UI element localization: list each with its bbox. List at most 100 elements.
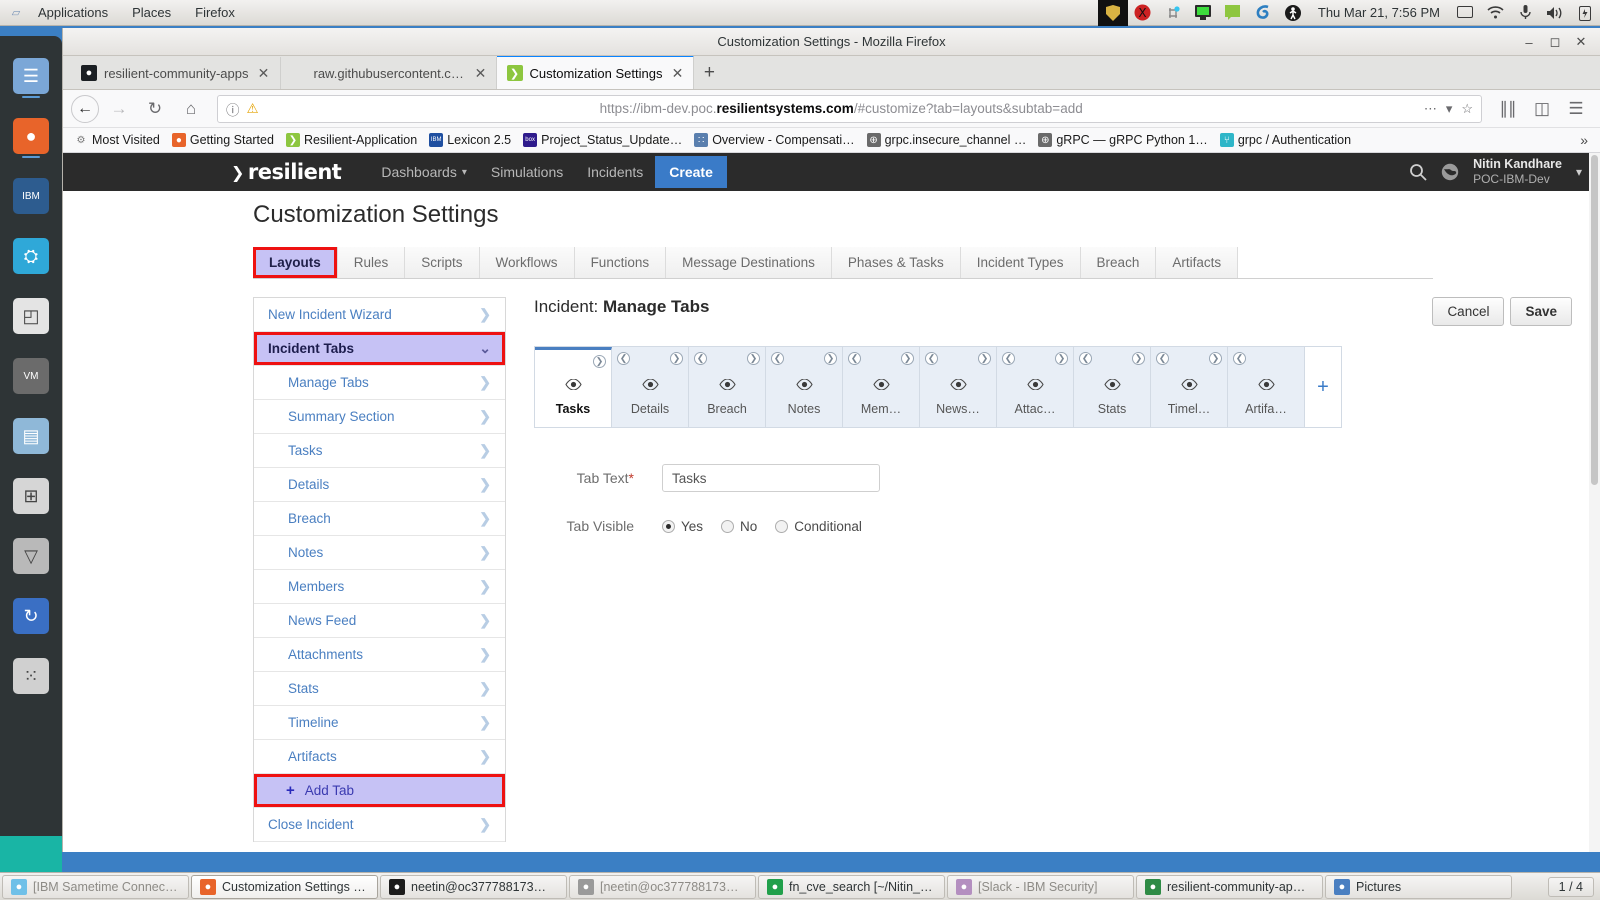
dock-item-software-icon[interactable]: ⊞ bbox=[9, 468, 53, 524]
bookmark-item[interactable]: ● Getting Started bbox=[167, 131, 279, 149]
side-menu-item-details[interactable]: Details ❯ bbox=[254, 468, 505, 502]
bookmark-item[interactable]: ⚙ Most Visited bbox=[69, 131, 165, 149]
library-icon[interactable]: ∥∥ bbox=[1492, 94, 1524, 124]
eye-visibility-icon[interactable] bbox=[564, 378, 582, 393]
back-arrow-icon[interactable]: ← bbox=[71, 94, 99, 123]
tab-layouts[interactable]: Layouts bbox=[253, 247, 338, 278]
terminal-monitor-icon[interactable] bbox=[1188, 0, 1218, 26]
side-menu-item-summary-section[interactable]: Summary Section ❯ bbox=[254, 400, 505, 434]
bookmark-item[interactable]: ∷ Overview - Compensati… bbox=[689, 131, 859, 149]
globe-icon[interactable] bbox=[1441, 163, 1459, 181]
eye-visibility-icon[interactable] bbox=[1103, 378, 1121, 393]
chevron-down-icon[interactable]: ▾ bbox=[1576, 165, 1582, 179]
new-tab-button[interactable]: + bbox=[694, 57, 724, 89]
eye-visibility-icon[interactable] bbox=[1180, 378, 1198, 393]
incident-tab-card[interactable]: ❮ ❯ Attac… bbox=[997, 347, 1074, 427]
incident-tab-card[interactable]: ❮ ❯ Mem… bbox=[843, 347, 920, 427]
bookmark-item[interactable]: box Project_Status_Update… bbox=[518, 131, 687, 149]
bookmarks-overflow-button[interactable]: » bbox=[1574, 132, 1594, 148]
side-menu-item-timeline[interactable]: Timeline ❯ bbox=[254, 706, 505, 740]
sidebar-icon[interactable]: ◫ bbox=[1526, 94, 1558, 124]
bookmark-item[interactable]: ⊕ gRPC — gRPC Python 1… bbox=[1033, 131, 1212, 149]
page-info-icon[interactable]: ⓘ bbox=[226, 99, 240, 119]
dock-item-sync-icon[interactable]: ↻ bbox=[9, 588, 53, 644]
incident-tab-card[interactable]: ❮ Artifa… bbox=[1228, 347, 1305, 427]
eye-visibility-icon[interactable] bbox=[872, 378, 890, 393]
incident-tab-card[interactable]: ❮ ❯ Details bbox=[612, 347, 689, 427]
clock[interactable]: Thu Mar 21, 7:56 PM bbox=[1308, 5, 1450, 20]
bookmark-item[interactable]: IBM Lexicon 2.5 bbox=[424, 131, 516, 149]
browser-tab[interactable]: ❯ Customization Settings ✕ bbox=[496, 55, 695, 89]
browser-tab[interactable]: ● resilient-community-apps ✕ bbox=[71, 57, 281, 89]
dock-item-vmware-icon[interactable]: VM bbox=[9, 348, 53, 404]
bookmark-item[interactable]: ⑂ grpc / Authentication bbox=[1215, 131, 1356, 149]
incident-tab-card[interactable]: ❮ ❯ Timel… bbox=[1151, 347, 1228, 427]
eye-visibility-icon[interactable] bbox=[1257, 378, 1275, 393]
move-right-icon[interactable]: ❯ bbox=[978, 352, 991, 365]
tab-breach[interactable]: Breach bbox=[1080, 247, 1157, 278]
move-left-icon[interactable]: ❮ bbox=[1079, 352, 1092, 365]
tab-rules[interactable]: Rules bbox=[337, 247, 406, 278]
move-left-icon[interactable]: ❮ bbox=[1156, 352, 1169, 365]
dock-item-firefox-icon[interactable]: ● bbox=[9, 108, 53, 164]
move-right-icon[interactable]: ❯ bbox=[901, 352, 914, 365]
workspace-indicator[interactable]: 1 / 4 bbox=[1547, 876, 1594, 897]
tab-artifacts[interactable]: Artifacts bbox=[1156, 247, 1239, 278]
resilient-logo[interactable]: ❯ resilient bbox=[231, 160, 342, 184]
move-right-icon[interactable]: ❯ bbox=[1132, 352, 1145, 365]
dock-item-libreoffice-icon[interactable]: ◰ bbox=[9, 288, 53, 344]
radio-circle[interactable] bbox=[721, 519, 735, 533]
taskbar-item[interactable]: ● [neetin@oc377788173… bbox=[569, 874, 756, 899]
app-nav-dashboards[interactable]: Dashboards ▾ bbox=[369, 155, 479, 189]
tab-workflows[interactable]: Workflows bbox=[479, 247, 575, 278]
side-menu-item-add-tab[interactable]: + Add Tab bbox=[254, 774, 505, 808]
incident-tab-card[interactable]: ❮ ❯ Notes bbox=[766, 347, 843, 427]
taskbar-item[interactable]: ● [Slack - IBM Security] bbox=[947, 874, 1134, 899]
move-right-icon[interactable]: ❯ bbox=[824, 352, 837, 365]
minimize-icon[interactable]: – bbox=[1516, 28, 1542, 56]
tab-functions[interactable]: Functions bbox=[574, 247, 667, 278]
bookmark-item[interactable]: ❯ Resilient-Application bbox=[281, 131, 422, 149]
slack-icon[interactable] bbox=[1158, 0, 1188, 26]
side-menu-item-stats[interactable]: Stats ❯ bbox=[254, 672, 505, 706]
hamburger-menu-icon[interactable]: ☰ bbox=[1560, 94, 1592, 124]
search-icon[interactable] bbox=[1409, 163, 1427, 181]
tab-close-icon[interactable]: ✕ bbox=[669, 65, 685, 82]
move-right-icon[interactable]: ❯ bbox=[1209, 352, 1222, 365]
scrollbar-thumb[interactable] bbox=[1591, 155, 1598, 485]
dock-item-trash-icon[interactable]: ▽ bbox=[9, 528, 53, 584]
move-right-icon[interactable]: ❯ bbox=[670, 352, 683, 365]
move-right-icon[interactable]: ❯ bbox=[1055, 352, 1068, 365]
incident-tab-card[interactable]: ❮ ❯ News… bbox=[920, 347, 997, 427]
volume-icon[interactable] bbox=[1540, 0, 1570, 26]
move-right-icon[interactable]: ❯ bbox=[593, 355, 606, 368]
radio-circle[interactable] bbox=[662, 519, 675, 533]
move-left-icon[interactable]: ❮ bbox=[1233, 352, 1246, 365]
eye-visibility-icon[interactable] bbox=[795, 378, 813, 393]
tab-scripts[interactable]: Scripts bbox=[405, 247, 480, 278]
dock-item-files-icon[interactable]: ☰ bbox=[9, 48, 53, 104]
move-left-icon[interactable]: ❮ bbox=[771, 352, 784, 365]
page-scrollbar[interactable] bbox=[1589, 153, 1600, 852]
dock-item-app-grid-icon[interactable]: ⁙ bbox=[9, 648, 53, 704]
app-nav-create[interactable]: Create bbox=[655, 156, 727, 188]
menu-places[interactable]: Places bbox=[120, 0, 183, 25]
add-tab-card-button[interactable]: + bbox=[1305, 347, 1341, 427]
menu-firefox[interactable]: Firefox bbox=[183, 0, 247, 25]
tab-incident-types[interactable]: Incident Types bbox=[960, 247, 1081, 278]
move-left-icon[interactable]: ❮ bbox=[617, 352, 630, 365]
forward-arrow-icon[interactable]: → bbox=[103, 94, 135, 124]
wifi-icon[interactable] bbox=[1480, 0, 1510, 26]
close-icon[interactable]: ✕ bbox=[1568, 28, 1594, 56]
side-menu-item-close-incident[interactable]: Close Incident ❯ bbox=[254, 808, 505, 842]
battery-icon[interactable] bbox=[1570, 0, 1600, 26]
move-left-icon[interactable]: ❮ bbox=[694, 352, 707, 365]
dock-item-ibm-icon[interactable]: IBM bbox=[9, 168, 53, 224]
taskbar-item[interactable]: ● [IBM Sametime Connec… bbox=[2, 874, 189, 899]
side-menu-item-new-incident-wizard[interactable]: New Incident Wizard ❯ bbox=[254, 298, 505, 332]
taskbar-item[interactable]: ● Pictures bbox=[1325, 874, 1512, 899]
tab-close-icon[interactable]: ✕ bbox=[474, 65, 488, 82]
x-server-icon[interactable]: X bbox=[1128, 0, 1158, 26]
dock-item-sametime-icon[interactable]: ⛭ bbox=[9, 228, 53, 284]
eye-visibility-icon[interactable] bbox=[1026, 378, 1044, 393]
